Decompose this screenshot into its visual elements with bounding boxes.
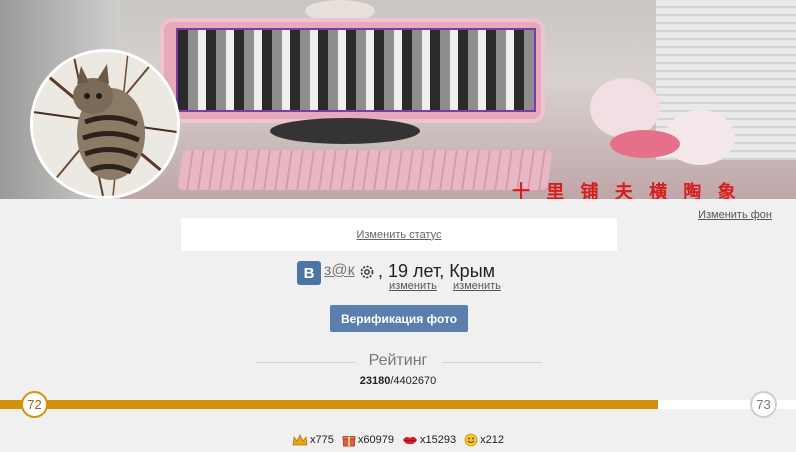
lips-icon xyxy=(403,436,417,445)
stat-smiles-value: x212 xyxy=(480,434,504,446)
smiley-icon xyxy=(464,433,478,447)
stat-kisses-value: x15293 xyxy=(420,434,457,446)
gift-stats: x775 x60979 x15293 x212 xyxy=(0,433,796,447)
vk-badge-icon[interactable]: В xyxy=(297,261,321,285)
profile-age-city: , 19 лет, Крым xyxy=(378,261,495,281)
status-box[interactable]: Изменить статус xyxy=(181,218,617,251)
avatar[interactable] xyxy=(30,49,180,199)
cover-plush-1 xyxy=(590,78,660,138)
rating-score-value: 23180 xyxy=(359,375,391,387)
stat-gifts-value: x60979 xyxy=(357,434,394,446)
edit-city-link[interactable]: изменить xyxy=(453,280,501,292)
next-level-badge: 73 xyxy=(750,391,777,418)
stat-crowns: x775 xyxy=(292,433,334,447)
gear-icon[interactable] xyxy=(359,264,375,280)
verify-photo-button[interactable]: Верификация фото xyxy=(330,305,468,332)
avatar-cat-image xyxy=(33,52,177,196)
level-progress-fill xyxy=(0,400,659,409)
rating-total: 4402670 xyxy=(393,375,437,387)
stat-smiles: x212 xyxy=(464,433,504,447)
cover-monitor-screen xyxy=(176,28,536,112)
cover-caption: 十 里 铺 夫 横 陶 象 xyxy=(512,182,741,199)
cover-keyboard xyxy=(177,150,553,190)
current-level-badge: 72 xyxy=(21,391,48,418)
change-status-link[interactable]: Изменить статус xyxy=(356,229,441,241)
stat-gifts: x60979 xyxy=(342,433,394,447)
rating-title: Рейтинг xyxy=(368,352,428,369)
rating-score: 23180/4402670 xyxy=(0,375,796,387)
change-cover-link[interactable]: Изменить фон xyxy=(698,209,772,221)
cover-monitor-stand xyxy=(270,118,420,144)
stat-crowns-value: x775 xyxy=(310,434,334,446)
edit-age-link[interactable]: изменить xyxy=(389,280,437,292)
username-link[interactable]: з@к xyxy=(324,262,355,280)
crown-icon xyxy=(292,434,308,446)
stat-kisses: x15293 xyxy=(402,433,456,447)
cover-plush-3 xyxy=(610,130,680,158)
level-progress-bar xyxy=(0,400,796,409)
gift-icon xyxy=(342,436,356,447)
